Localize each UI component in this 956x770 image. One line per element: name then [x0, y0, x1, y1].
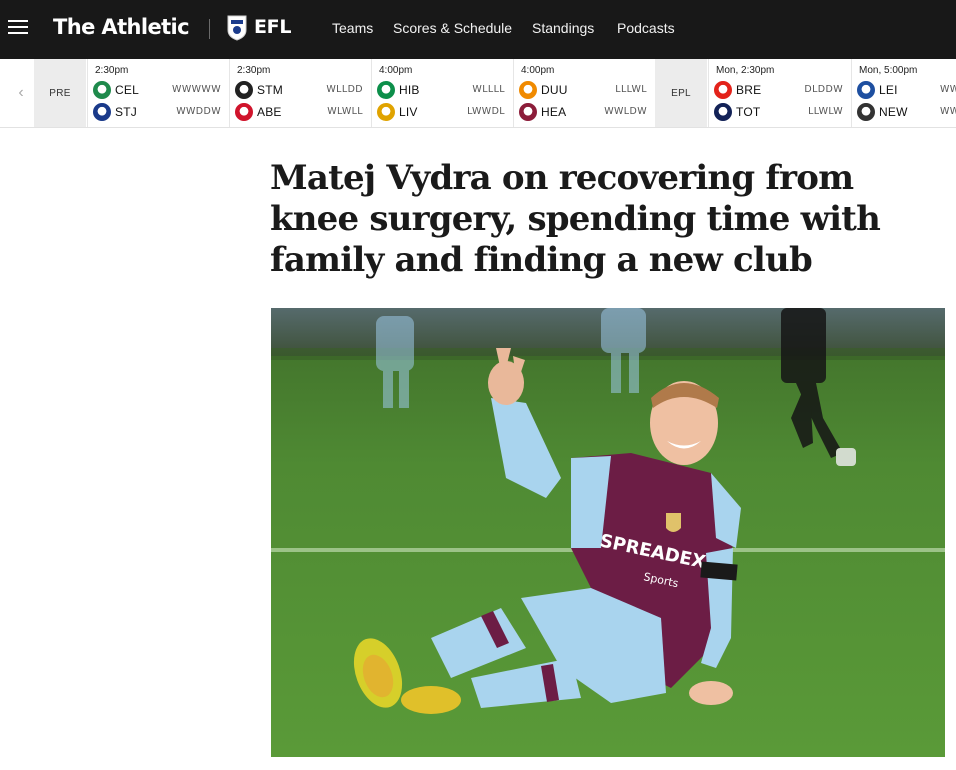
team-form: WWLDW: [604, 106, 647, 117]
hero-image: SPREADEX Sports: [271, 308, 945, 757]
game-card[interactable]: 2:30pm CEL WWWWW STJ WWDDW: [87, 59, 228, 127]
team-crest-icon: [519, 103, 537, 121]
team-crest-icon: [377, 81, 395, 99]
team-row-away: NEW WW: [857, 103, 956, 121]
team-crest-icon: [377, 103, 395, 121]
nav-scores-schedule[interactable]: Scores & Schedule: [393, 20, 512, 36]
game-time: Mon, 5:00pm: [859, 65, 918, 76]
game-time: 2:30pm: [95, 65, 129, 76]
team-abbr: DUU: [541, 83, 568, 97]
team-row-away: STJ WWDDW: [93, 103, 233, 121]
team-abbr: CEL: [115, 83, 139, 97]
game-card[interactable]: Mon, 5:00pm LEI WW NEW WW: [851, 59, 956, 127]
game-time: Mon, 2:30pm: [716, 65, 775, 76]
team-form: WWWWW: [172, 84, 221, 95]
scores-bar: ‹ PRE 2:30pm CEL WWWWW STJ WWDDW 2:30pm …: [0, 59, 956, 128]
team-form: WLLLL: [472, 84, 505, 95]
team-abbr: BRE: [736, 83, 762, 97]
team-abbr: NEW: [879, 105, 908, 119]
league-label-epl[interactable]: EPL: [655, 59, 707, 127]
team-row-home: DUU LLLWL: [519, 81, 659, 99]
team-row-away: LIV LWWDL: [377, 103, 517, 121]
game-card[interactable]: 2:30pm STM WLLDD ABE WLWLL: [229, 59, 370, 127]
hero-photo: SPREADEX Sports: [271, 308, 945, 757]
team-form: WLWLL: [327, 106, 363, 117]
menu-icon[interactable]: [8, 20, 28, 36]
team-abbr: HEA: [541, 105, 567, 119]
game-time: 2:30pm: [237, 65, 271, 76]
team-form: WWDDW: [176, 106, 221, 117]
game-time: 4:00pm: [521, 65, 555, 76]
team-crest-icon: [93, 81, 111, 99]
team-abbr: HIB: [399, 83, 420, 97]
nav-standings[interactable]: Standings: [532, 20, 594, 36]
team-abbr: STM: [257, 83, 283, 97]
article-headline: Matej Vydra on recovering from knee surg…: [270, 158, 881, 280]
team-abbr: LIV: [399, 105, 418, 119]
team-row-home: CEL WWWWW: [93, 81, 233, 99]
site-logo[interactable]: The Athletic: [53, 15, 190, 39]
team-form: WW: [940, 106, 956, 117]
team-form: LLLWL: [615, 84, 647, 95]
team-row-home: STM WLLDD: [235, 81, 375, 99]
game-card[interactable]: Mon, 2:30pm BRE DLDDW TOT LLWLW: [708, 59, 850, 127]
league-label-pre[interactable]: PRE: [34, 59, 86, 127]
team-abbr: TOT: [736, 105, 761, 119]
team-crest-icon: [519, 81, 537, 99]
team-crest-icon: [714, 103, 732, 121]
top-nav: The Athletic EFL Teams Scores & Schedule…: [0, 0, 956, 59]
team-form: WW: [940, 84, 956, 95]
team-crest-icon: [93, 103, 111, 121]
team-row-away: HEA WWLDW: [519, 103, 659, 121]
nav-podcasts[interactable]: Podcasts: [617, 20, 675, 36]
team-abbr: LEI: [879, 83, 898, 97]
team-row-home: BRE DLDDW: [714, 81, 855, 99]
team-form: WLLDD: [326, 84, 363, 95]
team-crest-icon: [714, 81, 732, 99]
chevron-left-icon[interactable]: ‹: [8, 59, 34, 127]
team-row-home: LEI WW: [857, 81, 956, 99]
game-card[interactable]: 4:00pm HIB WLLLL LIV LWWDL: [371, 59, 512, 127]
game-card[interactable]: 4:00pm DUU LLLWL HEA WWLDW: [513, 59, 654, 127]
team-form: LLWLW: [808, 106, 843, 117]
nav-teams[interactable]: Teams: [332, 20, 373, 36]
efl-crest-icon: [227, 15, 247, 41]
team-form: DLDDW: [804, 84, 843, 95]
team-form: LWWDL: [467, 106, 505, 117]
logo-divider: [209, 19, 210, 39]
team-abbr: ABE: [257, 105, 282, 119]
team-crest-icon: [857, 103, 875, 121]
team-abbr: STJ: [115, 105, 137, 119]
team-row-away: TOT LLWLW: [714, 103, 855, 121]
team-crest-icon: [235, 81, 253, 99]
team-row-home: HIB WLLLL: [377, 81, 517, 99]
team-row-away: ABE WLWLL: [235, 103, 375, 121]
team-crest-icon: [235, 103, 253, 121]
game-time: 4:00pm: [379, 65, 413, 76]
section-label[interactable]: EFL: [254, 16, 291, 38]
team-crest-icon: [857, 81, 875, 99]
